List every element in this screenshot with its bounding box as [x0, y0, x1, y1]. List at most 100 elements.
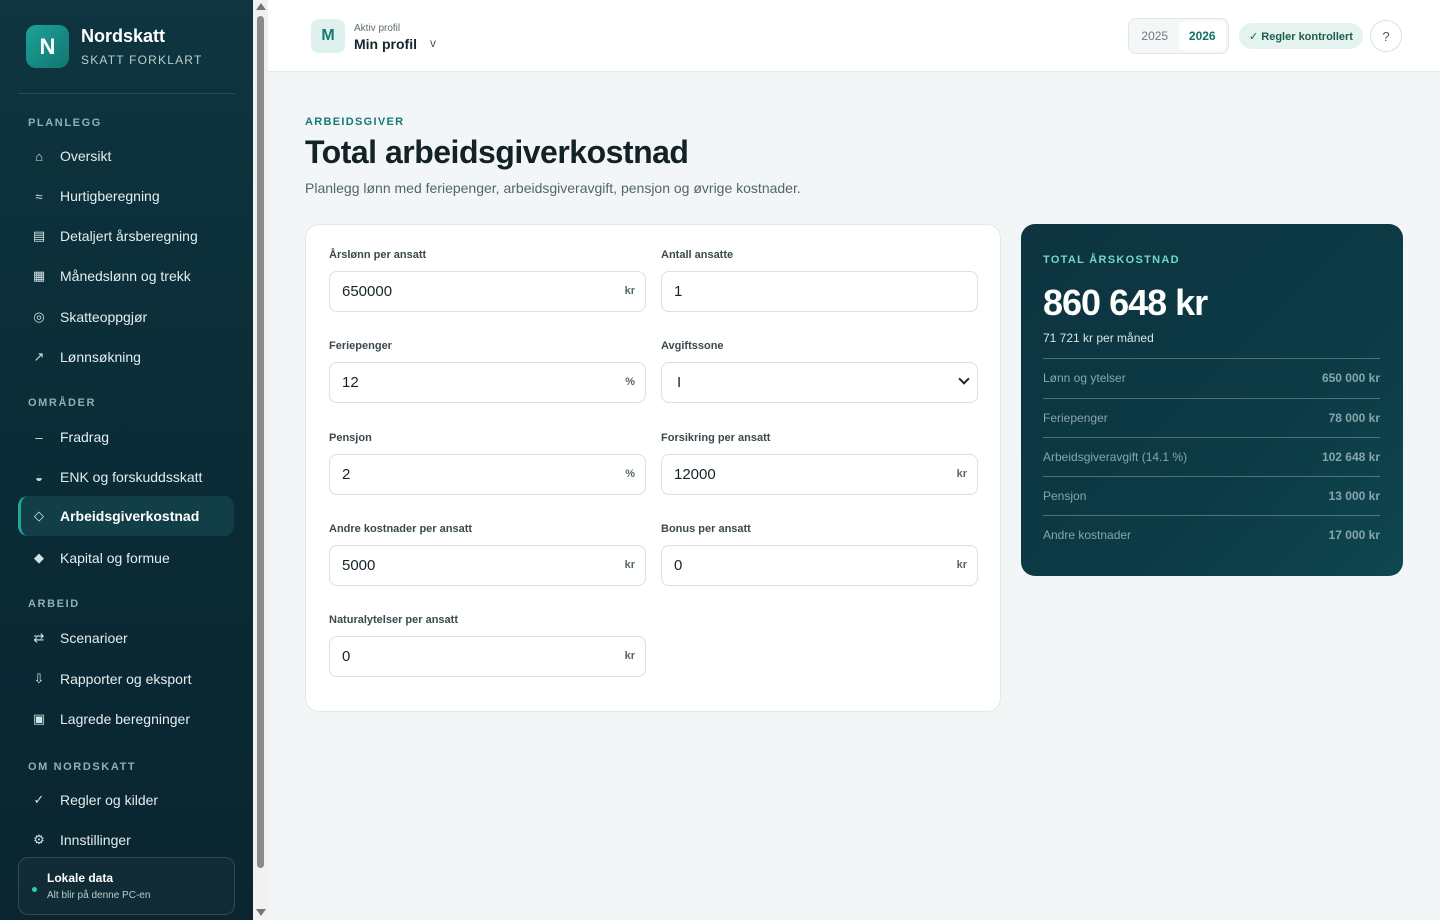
brand-name: Nordskatt: [81, 26, 166, 46]
employees-label: Antall ansatte: [661, 249, 734, 261]
summary-total: 860 648 kr: [1043, 282, 1208, 323]
target-icon: ◎: [33, 309, 45, 324]
profile-avatar[interactable]: M: [311, 19, 345, 53]
scroll-down-arrow-icon[interactable]: [256, 909, 266, 916]
insurance-input[interactable]: 12000 kr: [661, 454, 978, 495]
sidebar-item-oversikt[interactable]: ⌂ Oversikt: [18, 136, 234, 176]
annual-salary-value: 650000: [342, 283, 393, 300]
sidebar-item-manedslonn[interactable]: ▦ Månedslønn og trekk: [18, 256, 234, 296]
summary-row-label: Pensjon: [1043, 488, 1087, 503]
help-button[interactable]: ?: [1370, 20, 1402, 52]
summary-per-month: 71 721 kr per måned: [1043, 331, 1154, 345]
unit-label: kr: [624, 285, 635, 297]
summary-row-label: Andre kostnader: [1043, 527, 1132, 542]
summary-row-value: 78 000 kr: [1328, 410, 1380, 425]
tax-zone-value: I: [677, 374, 682, 391]
holiday-pay-field: Feriepenger 12%: [329, 340, 646, 403]
sidebar-item-label: Fradrag: [60, 429, 110, 445]
brand-logo: N: [26, 25, 69, 68]
sidebar-item-label: Oversikt: [60, 148, 112, 164]
summary-row-value: 650 000 kr: [1321, 370, 1380, 385]
scroll-thumb[interactable]: [257, 16, 264, 868]
summary-row: Andre kostnader 17 000 kr: [1043, 515, 1380, 553]
employees-input[interactable]: 1: [661, 271, 978, 312]
rules-status-badge[interactable]: ✓ Regler kontrollert: [1239, 23, 1363, 49]
trend-up-icon: ↗: [33, 349, 45, 364]
unit-label: kr: [624, 650, 635, 662]
top-header: M Aktiv profil Min profil v 2025 2026 ✓ …: [268, 0, 1440, 72]
other-costs-input[interactable]: 5000 kr: [329, 545, 646, 586]
annual-salary-field: Årslønn per ansatt 650000 kr: [329, 249, 646, 312]
diamond-outline-icon: ◇: [34, 508, 44, 523]
annual-salary-label: Årslønn per ansatt: [329, 249, 427, 261]
annual-salary-input[interactable]: 650000 kr: [329, 271, 646, 312]
sidebar-item-label: Arbeidsgiverkostnad: [60, 508, 200, 524]
check-icon: ✓: [33, 792, 45, 807]
brand[interactable]: N Nordskatt SKATT FORKLART: [18, 0, 235, 94]
sidebar-item-enk[interactable]: ◒ ENK og forskuddsskatt: [18, 457, 234, 497]
sidebar-item-innstillinger[interactable]: ⚙ Innstillinger: [18, 820, 234, 860]
swap-icon: ⇄: [33, 630, 45, 645]
holiday-pay-input[interactable]: 12%: [329, 362, 646, 403]
sidebar-item-label: Skatteoppgjør: [60, 309, 148, 325]
sidebar-item-kapital[interactable]: ◆ Kapital og formue: [18, 538, 234, 578]
sidebar-item-regler[interactable]: ✓ Regler og kilder: [18, 780, 234, 820]
benefits-value: 0: [342, 648, 351, 665]
year-option-2025[interactable]: 2025: [1131, 21, 1179, 51]
summary-row-label: Arbeidsgiveravgift (14.1 %): [1043, 449, 1188, 464]
sidebar-item-rapporter[interactable]: ⇩ Rapporter og eksport: [18, 659, 234, 699]
sidebar-item-skatteoppgjor[interactable]: ◎ Skatteoppgjør: [18, 297, 234, 337]
brand-subtitle: SKATT FORKLART: [81, 53, 203, 67]
employees-value: 1: [674, 283, 683, 300]
unit-label: %: [625, 468, 635, 480]
section-label-planlegg: PLANLEGG: [28, 117, 102, 129]
summary-row-label: Feriepenger: [1043, 410, 1108, 425]
sidebar-item-label: Hurtigberegning: [60, 188, 160, 204]
sidebar-item-lagrede[interactable]: ▣ Lagrede beregninger: [18, 699, 234, 739]
download-icon: ⇩: [33, 671, 45, 686]
sidebar-item-scenarioer[interactable]: ⇄ Scenarioer: [18, 618, 234, 658]
sidebar-scrollbar[interactable]: [253, 0, 268, 920]
home-icon: ⌂: [35, 148, 43, 164]
sidebar-item-label: Lønnsøkning: [60, 349, 141, 365]
section-label-om-nordskatt: OM NORDSKATT: [28, 761, 137, 773]
sidebar-item-label: Rapporter og eksport: [60, 671, 192, 687]
year-option-2026[interactable]: 2026: [1178, 21, 1226, 51]
holiday-pay-value: 12: [342, 374, 359, 391]
profile-caption: Aktiv profil: [354, 23, 401, 34]
summary-eyebrow: TOTAL ÅRSKOSTNAD: [1043, 254, 1180, 266]
sidebar-item-fradrag[interactable]: – Fradrag: [18, 417, 234, 457]
bonus-field: Bonus per ansatt 0 kr: [661, 523, 978, 586]
tax-zone-label: Avgiftssone: [661, 340, 724, 352]
year-toggle: 2025 2026: [1128, 18, 1229, 54]
sidebar: N Nordskatt SKATT FORKLART PLANLEGG ⌂ Ove…: [0, 0, 253, 920]
holiday-pay-label: Feriepenger: [329, 340, 392, 352]
summary-row: Arbeidsgiveravgift (14.1 %) 102 648 kr: [1043, 437, 1380, 475]
approx-icon: ≈: [35, 188, 43, 204]
summary-row-value: 102 648 kr: [1321, 449, 1380, 464]
cost-form-card: Årslønn per ansatt 650000 kr Antall ansat…: [305, 224, 1001, 712]
minus-icon: –: [35, 429, 43, 445]
bonus-input[interactable]: 0 kr: [661, 545, 978, 586]
chevron-down-icon[interactable]: v: [430, 36, 436, 50]
scroll-up-arrow-icon[interactable]: [256, 3, 266, 10]
grid-icon: ▦: [32, 268, 46, 283]
sidebar-item-lonnsokning[interactable]: ↗ Lønnsøkning: [18, 337, 234, 377]
insurance-value: 12000: [674, 466, 716, 483]
sidebar-item-detaljert-arsberegning[interactable]: ▤ Detaljert årsberegning: [18, 216, 234, 256]
sidebar-item-label: Regler og kilder: [60, 792, 159, 808]
sidebar-item-hurtigberegning[interactable]: ≈ Hurtigberegning: [18, 176, 234, 216]
summary-card: TOTAL ÅRSKOSTNAD 860 648 kr 71 721 kr pe…: [1021, 224, 1403, 576]
sidebar-item-label: Lagrede beregninger: [60, 711, 190, 727]
summary-row-label: Lønn og ytelser: [1043, 370, 1126, 385]
sidebar-item-arbeidsgiverkostnad[interactable]: ◇ Arbeidsgiverkostnad: [18, 496, 234, 536]
tax-zone-select[interactable]: I: [661, 362, 978, 403]
unit-label: kr: [624, 559, 635, 571]
benefits-input[interactable]: 0 kr: [329, 636, 646, 677]
bonus-label: Bonus per ansatt: [661, 523, 751, 535]
bonus-value: 0: [674, 557, 683, 574]
pension-input[interactable]: 2%: [329, 454, 646, 495]
employees-field: Antall ansatte 1: [661, 249, 978, 312]
sidebar-item-label: Scenarioer: [60, 630, 128, 646]
profile-switcher[interactable]: Min profil: [354, 36, 417, 52]
